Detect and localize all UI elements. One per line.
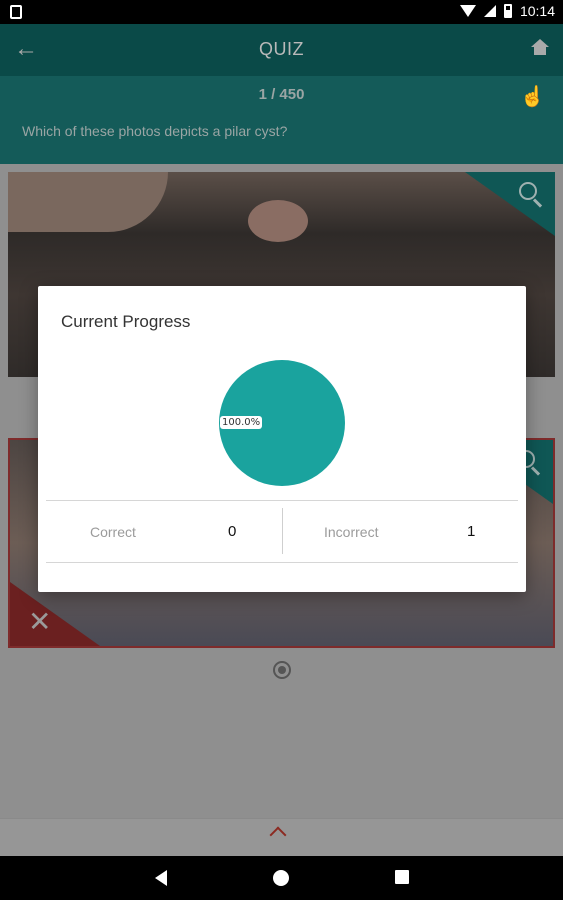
correct-label: Correct: [90, 524, 136, 540]
incorrect-count: 1: [467, 523, 476, 540]
home-icon[interactable]: [531, 39, 549, 55]
divider: [282, 508, 283, 554]
pie-percent-label: 100.0%: [220, 416, 263, 429]
correct-count: 0: [228, 523, 237, 540]
close-icon: ✕: [28, 606, 52, 637]
status-bar: 10:14: [0, 0, 563, 24]
incorrect-label: Incorrect: [324, 524, 379, 540]
dialog-title: Current Progress: [61, 312, 191, 331]
app-bar: ← QUIZ: [0, 24, 563, 76]
nav-recents-icon[interactable]: [395, 870, 409, 884]
bottom-sheet[interactable]: [0, 818, 563, 856]
question-counter: 1 / 450: [258, 86, 305, 103]
battery-icon: [503, 4, 512, 18]
chevron-up-icon[interactable]: [269, 826, 287, 844]
status-icons: 10:14: [459, 3, 555, 19]
signal-icon: [483, 5, 496, 17]
divider: [46, 562, 518, 563]
tap-gesture-icon[interactable]: ☝: [520, 84, 545, 109]
clock: 10:14: [519, 3, 555, 19]
progress-dialog: Current Progress 100.0% Correct 0 Incorr…: [38, 286, 526, 592]
nav-home-icon[interactable]: [273, 870, 289, 886]
question-text: Which of these photos depicts a pilar cy…: [22, 123, 288, 139]
wifi-icon: [459, 5, 476, 17]
zoom-icon[interactable]: [519, 182, 545, 208]
page-indicator-radio[interactable]: [273, 661, 291, 679]
nav-back-icon[interactable]: [155, 870, 167, 886]
question-panel: 1 / 450 ☝ Which of these photos depicts …: [0, 76, 563, 164]
sd-card-icon: [10, 5, 22, 19]
page-title: QUIZ: [259, 39, 304, 59]
system-nav-bar: [0, 856, 563, 900]
divider: [46, 500, 518, 501]
